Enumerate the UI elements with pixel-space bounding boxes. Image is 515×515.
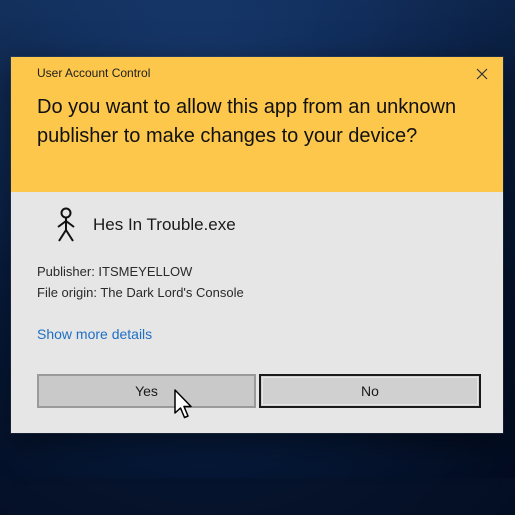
uac-header: User Account Control Do you want to allo… <box>11 57 503 192</box>
close-button[interactable] <box>469 61 495 87</box>
mouse-pointer-icon <box>174 389 192 419</box>
close-icon <box>476 68 488 80</box>
file-origin-info: File origin: The Dark Lord's Console <box>37 285 244 300</box>
stick-figure-icon <box>57 207 75 242</box>
no-button[interactable]: No <box>259 374 481 408</box>
taskbar-shade <box>0 478 515 515</box>
publisher-info: Publisher: ITSMEYELLOW <box>37 264 193 279</box>
show-more-details-link[interactable]: Show more details <box>37 326 152 342</box>
uac-question: Do you want to allow this app from an un… <box>37 96 457 147</box>
app-identity: Hes In Trouble.exe <box>55 207 236 243</box>
uac-dialog: User Account Control Do you want to allo… <box>11 57 503 433</box>
app-name: Hes In Trouble.exe <box>93 215 236 234</box>
yes-button[interactable]: Yes <box>37 374 256 408</box>
dialog-title: User Account Control <box>37 66 151 80</box>
